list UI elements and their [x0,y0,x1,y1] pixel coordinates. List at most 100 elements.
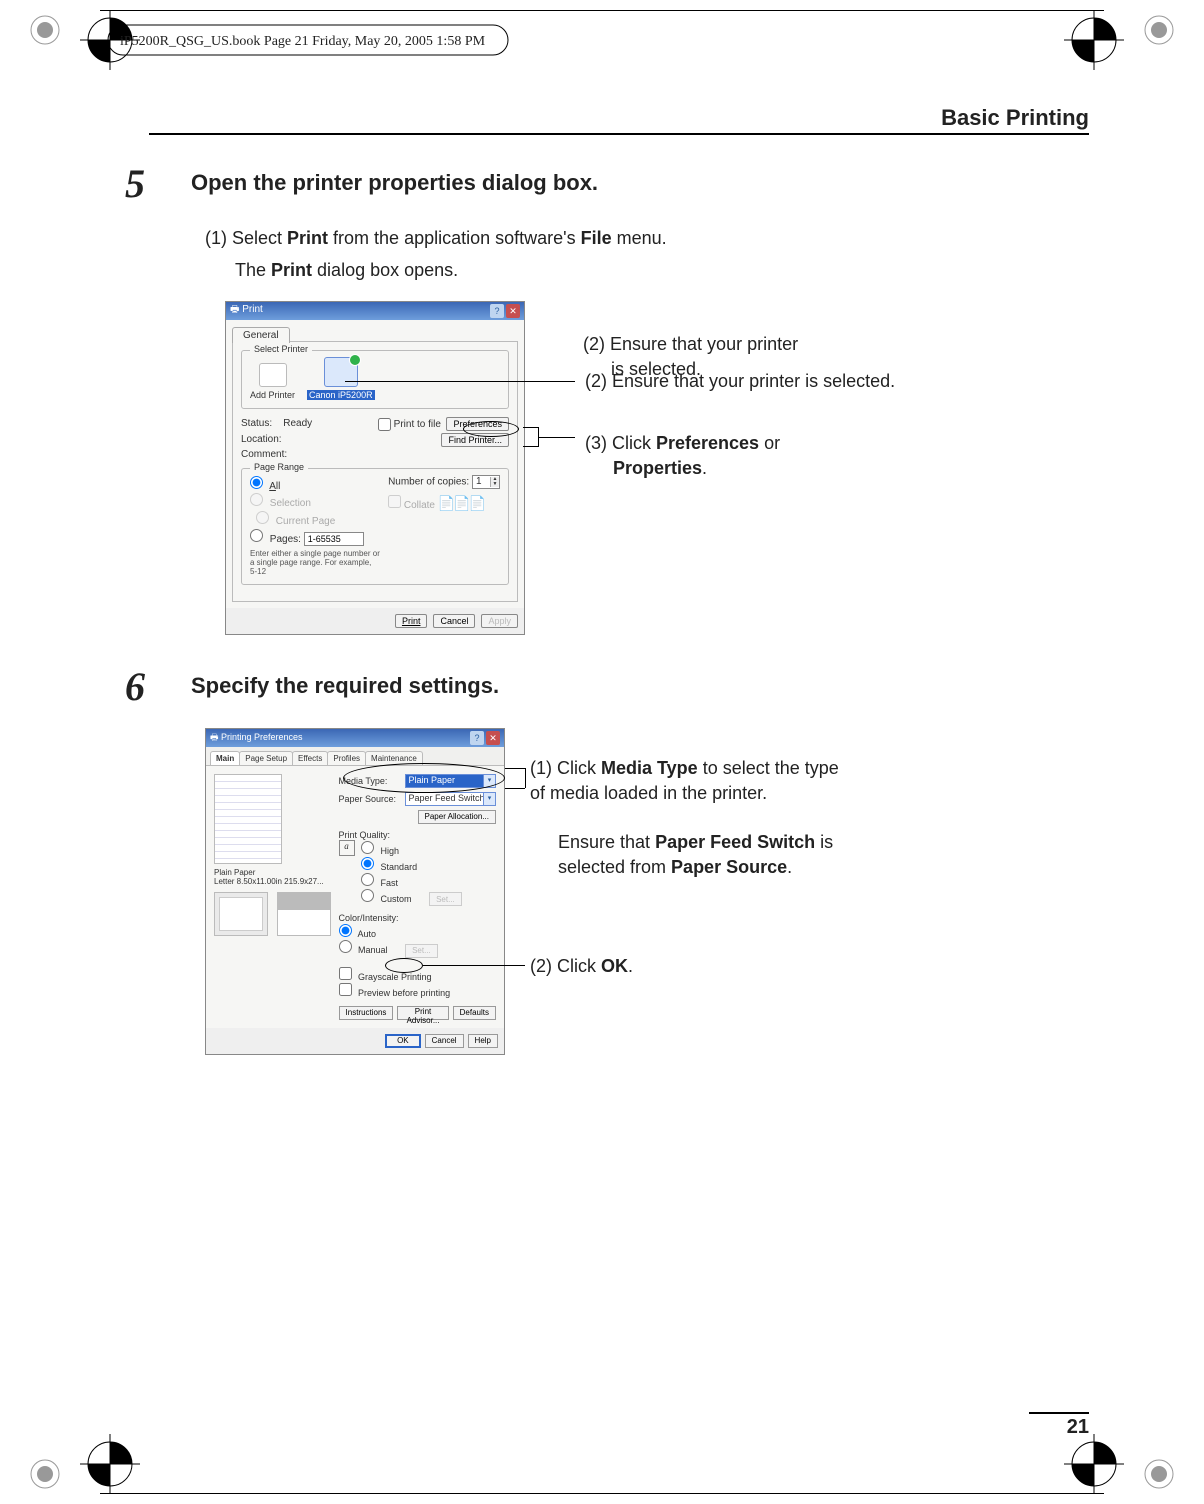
tab-general[interactable]: General [232,327,290,343]
paper-allocation-button[interactable]: Paper Allocation... [418,810,496,824]
step-5-substeps: (1) Select Print from the application so… [205,225,1094,285]
printer-preview-image [277,892,331,936]
step-6: 6 Specify the required settings. [125,663,1094,710]
tab-effects[interactable]: Effects [292,751,328,765]
group-page-range-label: Page Range [250,462,308,472]
callout-click-preferences: (3) Click Preferences or Properties. [585,431,780,481]
selected-printer-label: Canon iP5200R [307,390,375,400]
crop-mark-icon [25,10,65,50]
crop-mark-icon [25,1454,65,1494]
paper-source-select[interactable]: Paper Feed Switch▾ [405,792,496,806]
ci-auto[interactable]: Auto [339,924,438,939]
grayscale-checkbox[interactable]: Grayscale Printing [339,967,496,982]
step-number-6: 6 [125,663,167,710]
callout-ensure-printer-fixed: (2) Ensure that your printeris selected. [583,332,843,382]
defaults-button[interactable]: Defaults [453,1006,496,1020]
cancel-button[interactable]: Cancel [433,614,475,628]
paper-info-line1: Plain Paper [214,868,331,877]
color-intensity-label: Color/Intensity: [339,913,399,923]
copies-spinner[interactable]: 1▲▼ [472,475,500,489]
collate-checkbox: Collate [388,500,435,511]
location-label: Location: [241,434,282,445]
chevron-down-icon: ▾ [483,793,495,805]
help-icon[interactable]: ? [490,304,504,318]
step-6-title: Specify the required settings. [191,673,499,699]
print-button[interactable]: Print [395,614,428,628]
pq-fast[interactable]: Fast [361,873,462,888]
step-5-title: Open the printer properties dialog box. [191,170,598,196]
leader-line [505,788,525,789]
text-bold: File [581,228,612,248]
close-icon[interactable]: ✕ [486,731,500,745]
leader-line [423,965,525,966]
ci-manual[interactable]: Manual Set... [339,940,438,958]
copies-label: Number of copies: [388,476,469,487]
printer-icon: 🖶 [210,732,221,742]
pages-input[interactable] [304,532,364,546]
pref-cancel-button[interactable]: Cancel [425,1034,464,1048]
apply-button: Apply [481,614,518,628]
pref-titlebar: 🖶 Printing Preferences ?✕ [206,729,504,747]
header-note: iP5200R_QSG_US.book Page 21 Friday, May … [120,34,485,50]
printer-icon: 🖶 [230,304,242,315]
text: (1) Select [205,228,287,248]
printer-icon [324,357,358,387]
tab-profiles[interactable]: Profiles [327,751,366,765]
ci-set-button: Set... [405,944,438,958]
print-quality-label: Print Quality: [339,830,399,840]
opt-current-page: Current Page [256,511,335,527]
text: menu. [612,228,667,248]
step-5: 5 Open the printer properties dialog box… [125,160,1094,207]
print-dialog-titlebar: 🖶 Print ?✕ [226,302,524,320]
pq-custom[interactable]: Custom Set... [361,889,462,907]
print-dialog: 🖶 Print ?✕ General Select Printer Add Pr… [225,301,525,635]
add-printer-label: Add Printer [250,390,295,400]
leader-line [539,437,575,438]
preview-checkbox[interactable]: Preview before printing [339,983,496,998]
preferences-button[interactable]: Preferences [446,417,509,431]
selected-printer-item[interactable]: Canon iP5200R [307,357,375,400]
group-select-printer-label: Select Printer [250,344,312,354]
leader-line [345,381,575,382]
find-printer-button[interactable]: Find Printer... [441,433,509,447]
add-printer-icon [259,363,287,387]
leader-line-vertical [525,768,526,788]
print-dialog-title: Print [242,304,263,315]
paper-info-line2: Letter 8.50x11.00in 215.9x27... [214,877,331,886]
collate-icon: 📄📄📄 [438,495,484,512]
help-icon[interactable]: ? [470,731,484,745]
add-printer-item[interactable]: Add Printer [250,363,295,400]
callout-click-ok: (2) Click OK. [530,954,633,979]
pq-high[interactable]: High [361,841,462,856]
page-number: 21 [1029,1412,1089,1439]
opt-all[interactable]: AAllll [250,476,380,492]
chevron-down-icon: ▾ [483,775,495,787]
text: The [235,260,271,280]
print-to-file-checkbox[interactable] [378,418,391,431]
text: from the application software's [328,228,581,248]
section-header: Basic Printing [149,105,1089,135]
tab-page-setup[interactable]: Page Setup [239,751,293,765]
print-to-file-label: Print to file [394,419,441,430]
close-icon[interactable]: ✕ [506,304,520,318]
ok-button[interactable]: OK [385,1034,421,1048]
crop-mark-icon [1139,1454,1179,1494]
instructions-button[interactable]: Instructions [339,1006,394,1020]
media-type-select[interactable]: Plain Paper▾ [405,774,496,788]
leader-bracket [523,427,539,447]
pq-standard[interactable]: Standard [361,857,462,872]
text-bold: Print [287,228,328,248]
spin-down-icon[interactable]: ▼ [490,482,499,487]
paper-preview-image [214,774,282,864]
tab-main[interactable]: Main [210,751,240,765]
tab-maintenance[interactable]: Maintenance [365,751,423,765]
media-type-label: Media Type: [339,776,399,786]
printing-preferences-dialog: 🖶 Printing Preferences ?✕ Main Page Setu… [205,728,505,1055]
pref-help-button[interactable]: Help [468,1034,498,1048]
pref-tabs: Main Page Setup Effects Profiles Mainten… [206,747,504,766]
opt-pages[interactable]: Pages: [250,529,380,546]
step-number-5: 5 [125,160,167,207]
comment-label: Comment: [241,449,287,460]
print-advisor-button[interactable]: Print Advisor... [397,1006,448,1020]
status-value: Ready [283,418,312,429]
